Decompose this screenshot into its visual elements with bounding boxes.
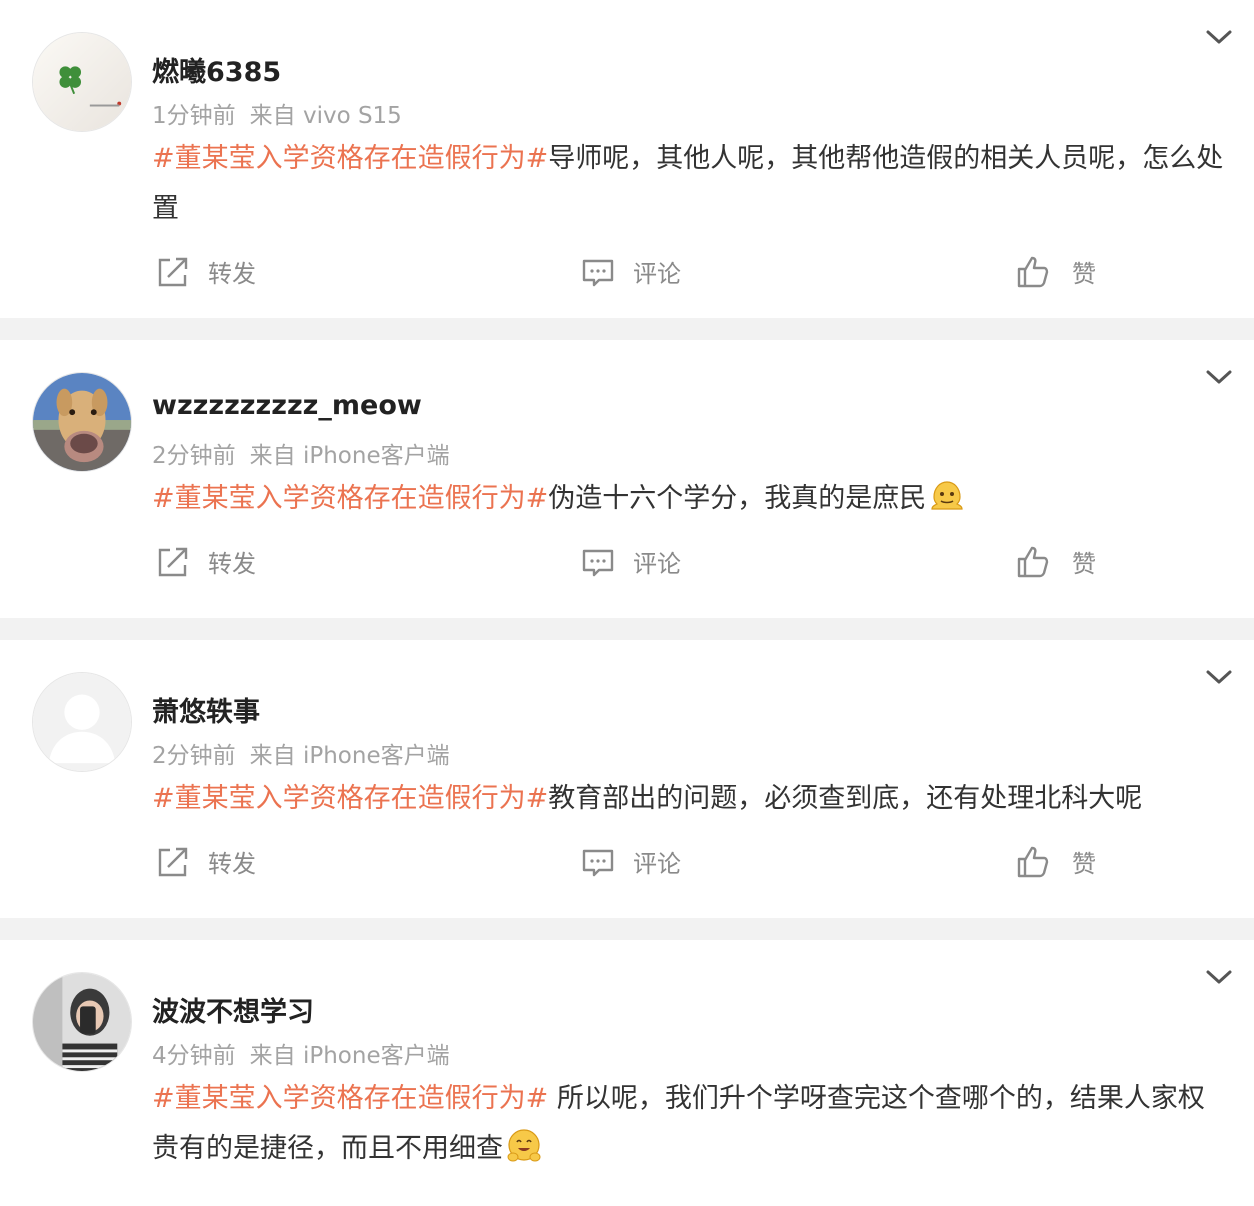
comment-button[interactable]: 评论 — [581, 254, 681, 289]
topic-link[interactable]: #董某莹入学资格存在造假行为# — [152, 483, 548, 514]
repost-label: 转发 — [208, 260, 256, 288]
chevron-down-icon[interactable] — [1204, 966, 1234, 988]
topic-link[interactable]: #董某莹入学资格存在造假行为# — [152, 1083, 548, 1114]
post-source: 来自 iPhone客户端 — [249, 743, 450, 769]
post-card: 燃曦6385 1分钟前 来自 vivo S15 #董某莹入学资格存在造假行为#导师… — [0, 0, 1254, 318]
post-card: wzzzzzzzzz_meow 2分钟前 来自 iPhone客户端 #董某莹入学资… — [0, 340, 1254, 618]
post-source: 来自 vivo S15 — [249, 103, 402, 129]
repost-label: 转发 — [208, 550, 256, 578]
post-time: 1分钟前 — [152, 103, 236, 129]
comment-label: 评论 — [633, 850, 681, 878]
like-label: 赞 — [1072, 550, 1096, 578]
repost-button[interactable]: 转发 — [156, 844, 256, 879]
like-button[interactable]: 赞 — [1016, 254, 1096, 289]
post-meta: 1分钟前 来自 vivo S15 — [152, 96, 402, 130]
post-text: 教育部出的问题，必须查到底，还有处理北科大呢 — [548, 783, 1143, 814]
comment-label: 评论 — [633, 550, 681, 578]
clover-avatar-icon — [33, 33, 131, 131]
dog-avatar-icon — [33, 373, 131, 471]
repost-icon — [158, 547, 188, 576]
action-bar: 转发 评论 赞 — [0, 824, 1254, 924]
chevron-down-icon[interactable] — [1204, 26, 1234, 48]
post-source: 来自 iPhone客户端 — [249, 443, 450, 469]
hugging-face-emoji — [507, 1129, 541, 1162]
avatar[interactable] — [32, 372, 132, 472]
post-source: 来自 iPhone客户端 — [249, 1043, 450, 1069]
comment-icon — [582, 549, 614, 576]
comment-button[interactable]: 评论 — [581, 844, 681, 879]
avatar[interactable] — [32, 32, 132, 132]
comment-icon — [582, 259, 614, 286]
username[interactable]: wzzzzzzzzz_meow — [152, 390, 422, 421]
melting-face-emoji — [931, 481, 963, 510]
avatar[interactable] — [32, 972, 132, 1072]
like-label: 赞 — [1072, 850, 1096, 878]
weibo-comment-feed: 燃曦6385 1分钟前 来自 vivo S15 #董某莹入学资格存在造假行为#导师… — [0, 0, 1254, 1206]
post-content: #董某莹入学资格存在造假行为#伪造十六个学分，我真的是庶民 — [152, 340, 1230, 524]
post-meta: 2分钟前 来自 iPhone客户端 — [152, 736, 450, 770]
repost-icon — [158, 257, 188, 286]
post-time: 2分钟前 — [152, 743, 236, 769]
avatar[interactable] — [32, 672, 132, 772]
repost-button[interactable]: 转发 — [156, 254, 256, 289]
like-label: 赞 — [1072, 260, 1096, 288]
post-time: 2分钟前 — [152, 443, 236, 469]
comment-button[interactable]: 评论 — [581, 544, 681, 579]
like-button[interactable]: 赞 — [1016, 844, 1096, 879]
username[interactable]: 燃曦6385 — [152, 50, 281, 89]
action-bar: 转发 评论 赞 — [0, 234, 1254, 334]
post-time: 4分钟前 — [152, 1043, 236, 1069]
post-text: 伪造十六个学分，我真的是庶民 — [548, 483, 927, 514]
chevron-down-icon[interactable] — [1204, 666, 1234, 688]
thumbs-up-icon — [1017, 546, 1049, 577]
selfie-avatar-icon — [33, 973, 131, 1071]
post-content: #董某莹入学资格存在造假行为#教育部出的问题，必须查到底，还有处理北科大呢 — [152, 640, 1230, 824]
topic-link[interactable]: #董某莹入学资格存在造假行为# — [152, 783, 548, 814]
thumbs-up-icon — [1017, 846, 1049, 877]
post-meta: 4分钟前 来自 iPhone客户端 — [152, 1036, 450, 1070]
username[interactable]: 萧悠轶事 — [152, 690, 260, 729]
username[interactable]: 波波不想学习 — [152, 990, 314, 1029]
comment-label: 评论 — [633, 260, 681, 288]
topic-link[interactable]: #董某莹入学资格存在造假行为# — [152, 143, 548, 174]
post-meta: 2分钟前 来自 iPhone客户端 — [152, 436, 450, 470]
repost-icon — [158, 847, 188, 876]
repost-label: 转发 — [208, 850, 256, 878]
repost-button[interactable]: 转发 — [156, 544, 256, 579]
post-card: 萧悠轶事 2分钟前 来自 iPhone客户端 #董某莹入学资格存在造假行为#教育部… — [0, 640, 1254, 918]
chevron-down-icon[interactable] — [1204, 366, 1234, 388]
default-avatar-icon — [33, 673, 131, 771]
action-bar: 转发 评论 赞 — [0, 524, 1254, 624]
post-card: 波波不想学习 4分钟前 来自 iPhone客户端 #董某莹入学资格存在造假行为# … — [0, 940, 1254, 1206]
comment-icon — [582, 849, 614, 876]
like-button[interactable]: 赞 — [1016, 544, 1096, 579]
thumbs-up-icon — [1017, 256, 1049, 287]
